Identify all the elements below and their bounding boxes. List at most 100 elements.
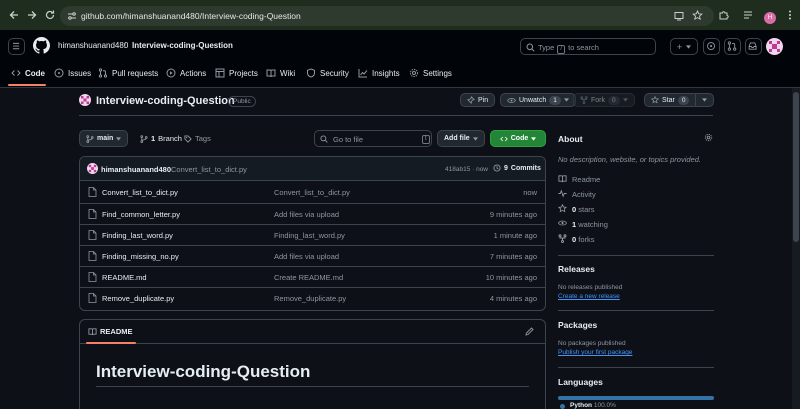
- table-row[interactable]: README.md Create README.md 10 minutes ag…: [80, 266, 545, 287]
- tab-settings[interactable]: Settings: [409, 66, 452, 80]
- star-button[interactable]: Star 0: [644, 93, 715, 107]
- tab-label: Wiki: [280, 68, 296, 78]
- pull-requests-button[interactable]: [724, 38, 741, 55]
- releases-heading[interactable]: Releases: [558, 264, 595, 274]
- watch-count: 1: [549, 95, 561, 105]
- file-name[interactable]: Remove_duplicate.py: [102, 294, 174, 303]
- file-name[interactable]: Finding_missing_no.py: [102, 252, 179, 261]
- history-icon: [493, 164, 501, 172]
- file-commit-message[interactable]: Create README.md: [274, 273, 343, 282]
- address-bar[interactable]: github.com/himanshuanand480/Interview-co…: [60, 6, 714, 26]
- file-commit-message[interactable]: Remove_duplicate.py: [274, 294, 346, 303]
- scrollbar-thumb[interactable]: [793, 92, 799, 242]
- git-branch-icon: [86, 134, 94, 143]
- branches-link[interactable]: 1 Branch: [140, 134, 182, 143]
- bookmark-star-icon[interactable]: [692, 10, 703, 21]
- file-name[interactable]: Convert_list_to_dict.py: [102, 188, 178, 197]
- tab-actions[interactable]: Actions: [166, 66, 206, 80]
- pin-button[interactable]: Pin: [460, 93, 496, 107]
- watching-link[interactable]: 1 watching: [572, 220, 608, 229]
- repo-owner-link[interactable]: himanshuanand480: [58, 41, 128, 50]
- fork-button[interactable]: Fork 0: [573, 93, 635, 107]
- tab-label: Code: [25, 68, 45, 78]
- edit-pencil-icon[interactable]: [525, 327, 534, 336]
- chevron-down-icon: [686, 44, 692, 49]
- browser-profile-avatar[interactable]: H: [764, 12, 776, 24]
- sidebar-divider: [558, 310, 714, 311]
- tags-label: Tags: [195, 134, 211, 143]
- eye-icon: [507, 97, 516, 103]
- about-settings-gear-icon[interactable]: [704, 133, 713, 142]
- user-avatar[interactable]: [766, 38, 783, 55]
- table-row[interactable]: Finding_last_word.py Finding_last_word.p…: [80, 224, 545, 245]
- readme-tab[interactable]: README: [88, 327, 133, 336]
- repo-name-link[interactable]: Interview-coding-Question: [132, 41, 233, 50]
- browser-menu-icon[interactable]: [784, 9, 796, 21]
- back-arrow-icon[interactable]: [8, 9, 20, 21]
- branch-count: 1: [151, 134, 156, 143]
- table-row[interactable]: Find_common_letter.py Add files via uplo…: [80, 203, 545, 224]
- languages-heading: Languages: [558, 377, 603, 387]
- publish-package-link[interactable]: Publish your first package: [558, 349, 632, 356]
- search-input[interactable]: Type / to search: [520, 38, 656, 55]
- file-icon: [88, 230, 97, 240]
- tab-pull-requests[interactable]: Pull requests: [98, 66, 158, 80]
- tab-label: Issues: [68, 68, 92, 78]
- file-icon: [88, 272, 97, 282]
- tab-wiki[interactable]: Wiki: [266, 66, 295, 80]
- file-commit-message[interactable]: Convert_list_to_dict.py: [274, 188, 350, 197]
- stars-link[interactable]: 0 stars: [572, 205, 595, 214]
- page-scrollbar[interactable]: [792, 88, 800, 409]
- create-release-link[interactable]: Create a new release: [558, 293, 620, 300]
- table-row[interactable]: Finding_missing_no.py Add files via uplo…: [80, 245, 545, 266]
- table-row[interactable]: Remove_duplicate.py Remove_duplicate.py …: [80, 287, 545, 308]
- git-pull-request-icon: [98, 68, 108, 78]
- menu-button[interactable]: [8, 38, 25, 55]
- commit-hash-time[interactable]: 418ab15 · now: [445, 166, 488, 173]
- go-to-file-placeholder: Go to file: [333, 135, 364, 144]
- tab-issues[interactable]: Issues: [54, 66, 91, 80]
- commit-author[interactable]: himanshuanand480: [101, 165, 171, 174]
- tags-link[interactable]: Tags: [184, 134, 211, 143]
- tab-projects[interactable]: Projects: [215, 66, 258, 80]
- unwatch-button[interactable]: Unwatch 1: [500, 93, 576, 107]
- about-heading: About: [558, 134, 583, 144]
- tab-label: Pull requests: [112, 68, 159, 78]
- watching-label: watching: [578, 220, 608, 229]
- file-name[interactable]: Find_common_letter.py: [102, 210, 180, 219]
- tab-insights[interactable]: Insights: [358, 66, 400, 80]
- file-commit-message[interactable]: Add files via upload: [274, 252, 339, 261]
- inbox-icon: [748, 42, 757, 50]
- install-app-icon[interactable]: [674, 11, 684, 21]
- site-settings-icon[interactable]: [67, 11, 77, 21]
- activity-link[interactable]: Activity: [572, 190, 596, 199]
- readme-link[interactable]: Readme: [572, 175, 600, 184]
- commit-message[interactable]: Convert_list_to_dict.py: [171, 165, 247, 174]
- forks-link[interactable]: 0 forks: [572, 235, 595, 244]
- tab-security[interactable]: Security: [306, 66, 349, 80]
- inbox-button[interactable]: [745, 38, 762, 55]
- language-percent: 100.0%: [593, 402, 616, 409]
- commits-history-link[interactable]: 9 Commits: [493, 164, 541, 172]
- reload-icon[interactable]: [44, 9, 56, 21]
- side-panel-icon[interactable]: [742, 9, 754, 21]
- file-commit-message[interactable]: Finding_last_word.py: [274, 231, 345, 240]
- copilot-button[interactable]: [703, 38, 720, 55]
- table-row[interactable]: Convert_list_to_dict.py Convert_list_to_…: [80, 182, 545, 203]
- file-name[interactable]: README.md: [102, 273, 147, 282]
- packages-heading[interactable]: Packages: [558, 320, 597, 330]
- repo-title[interactable]: Interview-coding-Question: [96, 95, 235, 107]
- star-label: Star: [662, 96, 675, 104]
- add-file-label: Add file: [444, 135, 470, 142]
- branch-selector[interactable]: main: [79, 130, 129, 147]
- file-commit-message[interactable]: Add files via upload: [274, 210, 339, 219]
- forward-arrow-icon[interactable]: [26, 9, 38, 21]
- tab-code[interactable]: Code: [11, 66, 45, 80]
- github-logo-icon[interactable]: [33, 37, 50, 54]
- extensions-icon[interactable]: [718, 9, 730, 21]
- file-name[interactable]: Finding_last_word.py: [102, 231, 173, 240]
- add-file-button[interactable]: Add file: [437, 130, 485, 147]
- code-button[interactable]: Code: [490, 130, 546, 147]
- go-to-file-input[interactable]: Go to file t: [314, 130, 432, 147]
- create-new-button[interactable]: +: [670, 38, 698, 55]
